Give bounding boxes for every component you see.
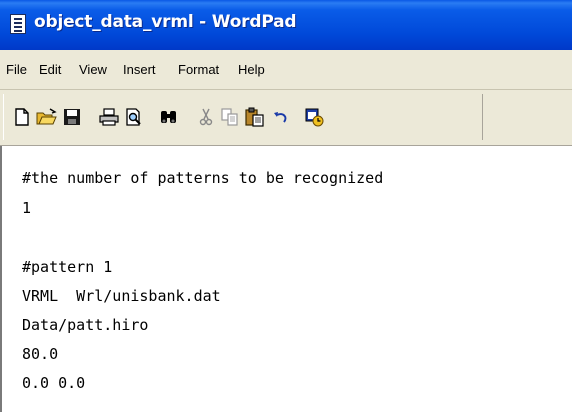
menu-bar: File Edit View Insert Format Help — [0, 50, 572, 90]
window-title: object_data_vrml - WordPad — [34, 12, 297, 32]
document-line: 1 — [22, 199, 32, 217]
menu-insert[interactable]: Insert — [123, 62, 156, 77]
wordpad-window: object_data_vrml - WordPad File Edit Vie… — [0, 0, 572, 412]
document-line: #pattern 1 — [22, 258, 113, 276]
document-line: VRML Wrl/unisbank.dat — [22, 287, 221, 305]
print-preview-icon[interactable] — [124, 107, 144, 127]
new-document-icon[interactable] — [12, 107, 32, 127]
date-time-icon[interactable] — [304, 107, 324, 127]
document-line: 0.0 0.0 — [22, 374, 86, 392]
document-line: 80.0 — [22, 345, 59, 363]
undo-icon[interactable] — [270, 107, 290, 127]
toolbar — [0, 90, 572, 146]
document-line: Data/patt.hiro — [22, 316, 149, 334]
document-line: #the number of patterns to be recognized — [22, 169, 384, 187]
menu-edit[interactable]: Edit — [39, 62, 61, 77]
wordpad-document-icon[interactable] — [10, 14, 26, 34]
menu-file[interactable]: File — [6, 62, 27, 77]
document-editor[interactable]: #the number of patterns to be recognized… — [0, 146, 572, 412]
menu-view[interactable]: View — [79, 62, 107, 77]
menu-help[interactable]: Help — [238, 62, 265, 77]
menu-format[interactable]: Format — [178, 62, 219, 77]
copy-icon[interactable] — [220, 107, 240, 127]
save-disk-icon[interactable] — [62, 107, 82, 127]
open-folder-icon[interactable] — [36, 107, 57, 127]
find-binoculars-icon[interactable] — [158, 107, 178, 127]
paste-icon[interactable] — [244, 107, 264, 127]
cut-scissors-icon[interactable] — [196, 107, 216, 127]
print-icon[interactable] — [98, 107, 119, 127]
title-bar[interactable]: object_data_vrml - WordPad — [0, 0, 572, 50]
